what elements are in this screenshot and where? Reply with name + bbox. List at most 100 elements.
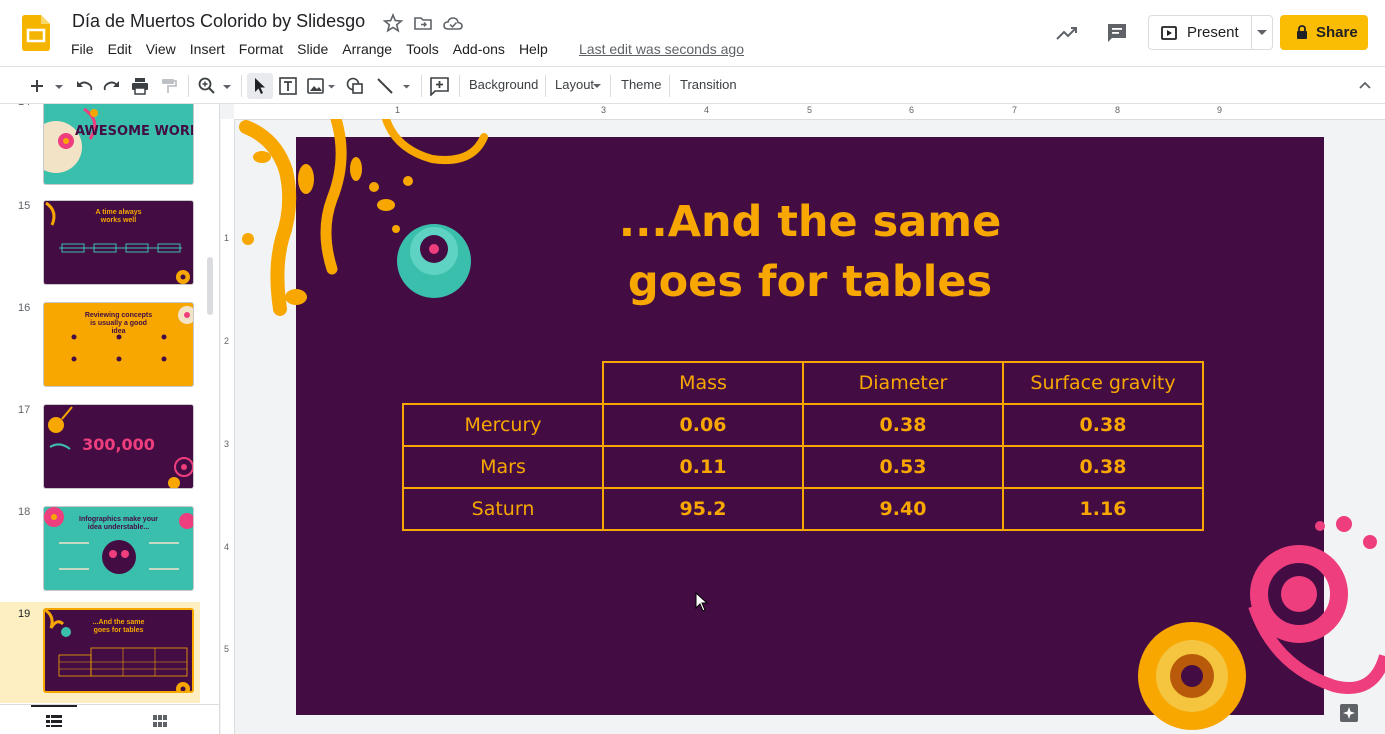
background-button[interactable]: Background: [469, 77, 538, 92]
infographic-skull-icon: [44, 507, 193, 574]
share-label: Share: [1316, 24, 1358, 41]
collapse-chevron-up-icon[interactable]: [1359, 81, 1371, 89]
ruler-number: 2: [224, 336, 230, 346]
ruler-number: 7: [1012, 105, 1018, 115]
menu-add-ons[interactable]: Add-ons: [446, 40, 512, 58]
table-row-label[interactable]: Mercury: [402, 403, 604, 447]
activity-trend-icon[interactable]: [1055, 22, 1079, 44]
present-divider: [1251, 16, 1252, 49]
theme-button[interactable]: Theme: [621, 77, 661, 92]
slide-thumbnail-17[interactable]: 300,000: [43, 404, 194, 489]
view-toggle-bar: [0, 704, 219, 734]
filmstrip-scrollbar[interactable]: [207, 257, 213, 315]
table-header-cell[interactable]: Diameter: [802, 361, 1004, 405]
new-slide-icon[interactable]: [28, 76, 64, 96]
planet-data-table[interactable]: Mass Diameter Surface gravity Mercury 0.…: [402, 361, 1204, 531]
ruler-number: 3: [224, 439, 230, 449]
menu-edit[interactable]: Edit: [101, 40, 139, 58]
orange-floral-swirl-decoration: [239, 119, 488, 316]
slide-number: 16: [18, 302, 31, 314]
present-button[interactable]: Present: [1148, 15, 1273, 50]
menu-slide[interactable]: Slide: [290, 40, 335, 58]
insert-image-icon[interactable]: [306, 76, 336, 96]
cloud-saved-icon[interactable]: [442, 12, 464, 34]
layout-dropdown-chevron-icon[interactable]: [593, 84, 601, 89]
slide-number: 15: [18, 200, 31, 212]
slide-thumbnail-16[interactable]: Reviewing concepts is usually a good ide…: [43, 302, 194, 387]
table-header-cell[interactable]: Surface gravity: [1002, 361, 1204, 405]
table-cell[interactable]: 9.40: [802, 487, 1004, 531]
paint-format-icon[interactable]: [158, 76, 178, 96]
undo-icon[interactable]: [74, 76, 94, 96]
document-title[interactable]: Día de Muertos Colorido by Slidesgo: [72, 11, 365, 32]
slide-number: 19: [18, 608, 31, 620]
menu-view[interactable]: View: [139, 40, 183, 58]
ruler-number: 5: [224, 644, 230, 654]
app-header: Día de Muertos Colorido by Slidesgo File…: [0, 0, 1385, 66]
add-comment-icon[interactable]: [429, 76, 451, 96]
present-options-chevron-icon[interactable]: [1257, 30, 1267, 36]
ruler-number: 1: [395, 105, 401, 115]
star-icon[interactable]: [382, 12, 404, 34]
horizontal-ruler: 1 3 4 5 6 7 8 9: [234, 104, 1385, 120]
table-row: Mercury 0.06 0.38 0.38: [402, 403, 1204, 447]
ruler-number: 4: [224, 542, 230, 552]
table-cell[interactable]: 0.53: [802, 445, 1004, 489]
present-label: Present: [1187, 24, 1239, 41]
table-cell[interactable]: 0.11: [602, 445, 804, 489]
toolbar-divider: [545, 75, 546, 97]
select-tool-button[interactable]: [247, 73, 273, 99]
vertical-ruler: 1 2 3 4 5: [221, 119, 235, 734]
ruler-number: 3: [601, 105, 607, 115]
slide-filmstrip: 14 AWESOME WORDS 15 A time always works …: [0, 104, 220, 734]
grid-view-icon[interactable]: [153, 715, 167, 727]
layout-button[interactable]: Layout: [555, 77, 594, 92]
icons-grid-decoration-icon: [71, 306, 193, 362]
menu-tools[interactable]: Tools: [399, 40, 446, 58]
share-button[interactable]: Share: [1280, 15, 1368, 50]
timeline-decoration-icon: [45, 201, 190, 284]
slide-thumbnail-19-selected[interactable]: ...And the same goes for tables: [43, 608, 194, 693]
slide-thumbnail-15[interactable]: A time always works well: [43, 200, 194, 285]
zoom-icon[interactable]: [197, 76, 233, 96]
thumbnail-title: AWESOME WORDS: [74, 124, 193, 139]
ruler-number: 1: [224, 233, 230, 243]
ruler-number: 5: [807, 105, 813, 115]
print-icon[interactable]: [130, 76, 150, 96]
shape-icon[interactable]: [345, 76, 365, 96]
explore-sparkle-icon[interactable]: [1340, 704, 1358, 722]
table-preview-icon: [45, 610, 190, 691]
menu-insert[interactable]: Insert: [183, 40, 232, 58]
table-header-cell[interactable]: Mass: [602, 361, 804, 405]
filmstrip-view-icon[interactable]: [46, 715, 62, 727]
slide-thumbnail-18[interactable]: Infographics make your idea understable.…: [43, 506, 194, 591]
text-box-icon[interactable]: [278, 76, 298, 96]
table-cell[interactable]: 0.38: [802, 403, 1004, 447]
table-row-label[interactable]: Saturn: [402, 487, 604, 531]
slides-logo-icon[interactable]: [22, 15, 50, 51]
table-cell[interactable]: 0.38: [1002, 445, 1204, 489]
toolbar-divider: [421, 75, 422, 97]
table-cell[interactable]: 0.38: [1002, 403, 1204, 447]
transition-button[interactable]: Transition: [680, 77, 737, 92]
move-folder-icon[interactable]: [412, 12, 434, 34]
menu-arrange[interactable]: Arrange: [335, 40, 399, 58]
slide-thumbnail-14[interactable]: AWESOME WORDS: [43, 104, 194, 185]
comments-icon[interactable]: [1106, 22, 1128, 44]
line-tool-icon[interactable]: [375, 76, 415, 96]
ruler-number: 4: [704, 105, 710, 115]
table-row-label[interactable]: Mars: [402, 445, 604, 489]
toolbar-divider: [669, 75, 670, 97]
mouse-cursor-icon: [695, 592, 709, 612]
toolbar: Background Layout Theme Transition: [0, 66, 1385, 104]
slide-number: 14: [18, 104, 30, 108]
menu-format[interactable]: Format: [232, 40, 290, 58]
table-cell[interactable]: 95.2: [602, 487, 804, 531]
active-view-indicator: [31, 705, 77, 707]
last-edit-link[interactable]: Last edit was seconds ago: [579, 41, 744, 57]
table-cell[interactable]: 0.06: [602, 403, 804, 447]
guitar-decoration-icon: [48, 406, 193, 488]
menu-help[interactable]: Help: [512, 40, 555, 58]
redo-icon[interactable]: [102, 76, 122, 96]
menu-file[interactable]: File: [64, 40, 101, 58]
